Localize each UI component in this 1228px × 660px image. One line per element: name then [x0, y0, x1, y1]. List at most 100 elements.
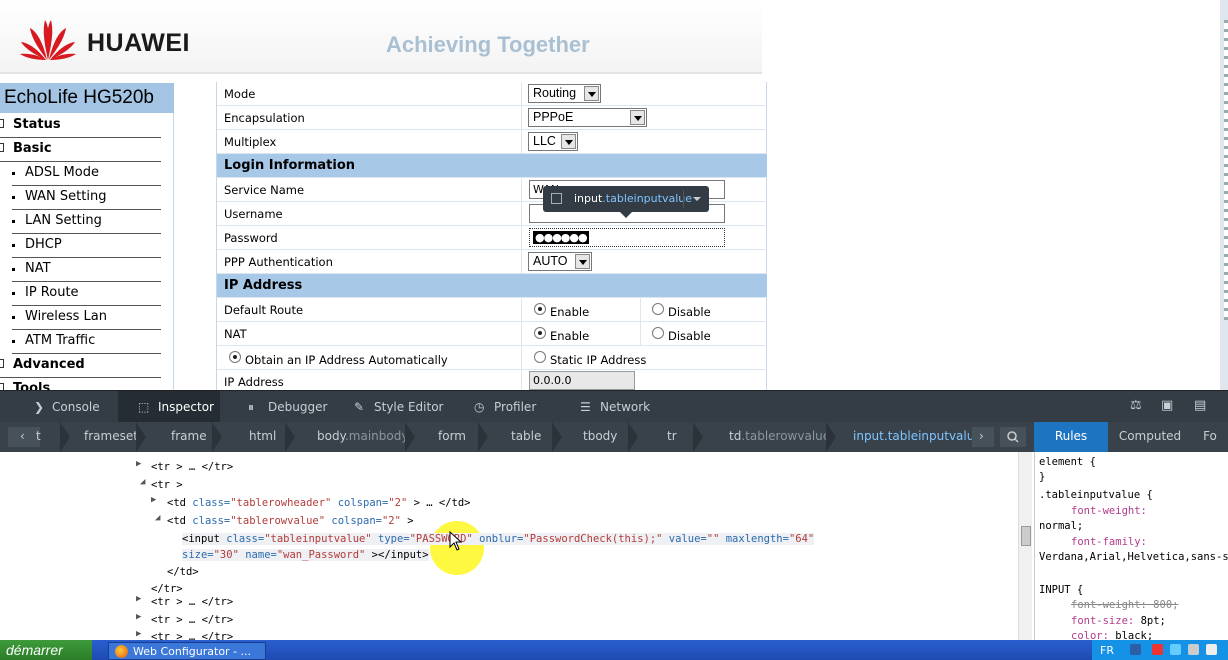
markup-scrollbar[interactable] [1018, 452, 1032, 640]
breadcrumb-item[interactable]: form [438, 422, 466, 452]
paint-flashing-icon[interactable]: ⚖ [1130, 399, 1144, 413]
rule-property[interactable]: font-size: 8pt; [1071, 615, 1166, 627]
tray-network-icon-2[interactable] [1188, 644, 1199, 655]
nav-item-basic[interactable]: Basic [0, 138, 161, 162]
language-indicator[interactable]: FR [1100, 644, 1114, 657]
markup-node[interactable]: <tr > … </tr> [151, 596, 233, 608]
ip-address-input[interactable]: 0.0.0.0 [529, 371, 635, 390]
rule-value[interactable]: normal; [1039, 520, 1083, 532]
breadcrumb-item-selected[interactable]: input.tableinputvalue [853, 422, 982, 452]
markup-node-selected[interactable]: <input class="tableinputvalue" type="PAS… [182, 533, 815, 545]
collapse-arrow-icon[interactable]: ◢ [140, 477, 145, 487]
nav-item-dhcp[interactable]: DHCP [12, 234, 161, 258]
markup-node[interactable]: <tr > … </tr> [151, 614, 233, 626]
nav-item-ip-route[interactable]: IP Route [12, 282, 161, 306]
tab-rules[interactable]: Rules [1034, 422, 1108, 452]
mode-select[interactable]: Routing [528, 84, 601, 103]
expand-arrow-icon[interactable]: ▶ [151, 495, 156, 505]
breadcrumb-item[interactable]: t [36, 422, 41, 452]
taskbar-item-browser[interactable]: Web Configurator - ... [108, 642, 266, 660]
markup-node[interactable]: </td> [167, 566, 199, 578]
markup-node[interactable]: <td class="tablerowvalue" colspan="2" > [167, 515, 414, 527]
markup-node[interactable]: <td class="tablerowheader" colspan="2" >… [167, 497, 470, 509]
markup-node[interactable]: <tr > … </tr> [151, 461, 233, 473]
bullet-icon [12, 196, 15, 199]
tab-profiler[interactable]: ◷ Profiler [460, 391, 560, 423]
nav-item-status[interactable]: Status [0, 114, 161, 138]
tray-network-icon[interactable] [1170, 644, 1181, 655]
row-multiplex: Multiplex LLC [217, 130, 767, 154]
breadcrumb-item[interactable]: frame [171, 422, 207, 452]
breadcrumb-scroll-right-icon[interactable]: › [972, 427, 994, 447]
row-default-route: Default Route Enable Disable [217, 298, 767, 322]
rule-property[interactable]: color: black; [1071, 630, 1153, 640]
tab-fonts[interactable]: Fo [1192, 422, 1228, 452]
obtain-auto-radio[interactable] [229, 351, 241, 363]
default-route-disable-radio[interactable] [652, 303, 664, 315]
nav-item-wan-setting[interactable]: WAN Setting [12, 186, 161, 210]
tab-network[interactable]: ☰ Network [566, 391, 666, 423]
toolbox-dock-icon[interactable]: ▤ [1194, 399, 1208, 413]
rule-overridden[interactable]: font-weight: 800; [1071, 599, 1178, 611]
tab-console[interactable]: ❯ Console [20, 391, 116, 423]
nav-item-nat[interactable]: NAT [12, 258, 161, 282]
collapse-arrow-icon[interactable]: ◢ [155, 513, 160, 523]
expand-arrow-icon[interactable]: ▶ [136, 612, 141, 622]
breadcrumb-item[interactable]: body.mainbody [317, 422, 408, 452]
markup-node[interactable]: <tr > [151, 479, 183, 491]
scrollbar-thumb[interactable] [1021, 526, 1031, 546]
multiplex-select[interactable]: LLC [528, 132, 578, 151]
inspector-icon: ⬚ [138, 400, 150, 414]
breadcrumb-item[interactable]: table [511, 422, 541, 452]
rule-property[interactable]: font-weight: [1071, 505, 1153, 517]
tray-antivirus-icon[interactable] [1152, 644, 1163, 655]
rule-property[interactable]: font-family: [1071, 536, 1153, 548]
breadcrumb-item[interactable]: frameset [84, 422, 138, 452]
default-route-enable-radio[interactable] [534, 303, 546, 315]
row-ppp-auth: PPP Authentication AUTO [217, 250, 767, 274]
breadcrumb-item[interactable]: tbody [583, 422, 617, 452]
markup-node[interactable]: <tr > … </tr> [151, 631, 233, 640]
tooltip-menu-arrow-icon[interactable] [693, 197, 701, 201]
router-header: HUAWEI Achieving Together [0, 0, 762, 74]
multiplex-label: Multiplex [224, 135, 277, 149]
nav-item-advanced[interactable]: Advanced [0, 354, 161, 378]
password-input[interactable]: ●●●●●● [529, 228, 725, 247]
row-encapsulation: Encapsulation PPPoE [217, 106, 767, 130]
expand-arrow-icon[interactable]: ▶ [136, 594, 141, 604]
start-button[interactable]: démarrer [0, 640, 92, 660]
breadcrumb-item[interactable]: html [249, 422, 276, 452]
tab-inspector[interactable]: ⬚ Inspector [118, 391, 220, 423]
node-picker-icon[interactable] [551, 193, 562, 204]
tray-arrow-icon[interactable] [1130, 644, 1141, 655]
static-ip-radio[interactable] [534, 351, 546, 363]
markup-node-selected-cont[interactable]: size="30" name="wan_Password" ></input> [182, 549, 429, 561]
tab-debugger[interactable]: ⏸ Debugger [232, 391, 332, 423]
rule-value[interactable]: Verdana,Arial,Helvetica,sans-serif; [1039, 551, 1228, 563]
tab-style-editor[interactable]: ✎ Style Editor [338, 391, 450, 423]
tab-computed[interactable]: Computed [1108, 422, 1192, 452]
tray-volume-icon[interactable] [1206, 644, 1217, 655]
search-icon[interactable] [1000, 427, 1026, 447]
bullet-icon [12, 244, 15, 247]
rule-selector[interactable]: .tableinputvalue { [1039, 489, 1153, 501]
3d-view-icon[interactable]: ▣ [1161, 399, 1175, 413]
nav-item-wireless-lan[interactable]: Wireless Lan [12, 306, 161, 330]
nav-item-lan-setting[interactable]: LAN Setting [12, 210, 161, 234]
nat-disable-radio[interactable] [652, 327, 664, 339]
left-navigation: EchoLife HG520b Status Basic ADSL Mode W… [0, 83, 174, 396]
rule-selector[interactable]: INPUT { [1039, 584, 1083, 596]
markup-node[interactable]: </tr> [151, 583, 183, 595]
ppp-auth-select[interactable]: AUTO [528, 252, 592, 271]
encapsulation-select[interactable]: PPPoE [528, 108, 647, 127]
expand-arrow-icon[interactable]: ▶ [136, 459, 141, 469]
expand-box-icon [0, 143, 4, 152]
breadcrumb-item[interactable]: tr [667, 422, 677, 452]
nat-enable-radio[interactable] [534, 327, 546, 339]
rule-selector[interactable]: element { [1039, 456, 1096, 468]
nav-item-adsl-mode[interactable]: ADSL Mode [12, 162, 161, 186]
row-nat: NAT Enable Disable [217, 322, 767, 346]
expand-arrow-icon[interactable]: ▶ [136, 629, 141, 639]
nav-item-atm-traffic[interactable]: ATM Traffic [12, 330, 161, 354]
breadcrumb-item[interactable]: td.tablerowvalue [729, 422, 830, 452]
